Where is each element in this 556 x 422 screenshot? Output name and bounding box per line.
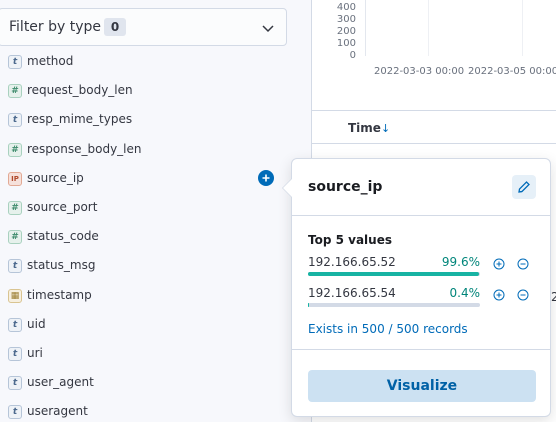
field-item-uid[interactable]: t uid — [0, 311, 300, 340]
filter-for-value-icon[interactable] — [493, 289, 505, 301]
string-type-icon: t — [8, 405, 22, 420]
field-item-request-body-len[interactable]: # request_body_len — [0, 77, 300, 106]
field-item-status-msg[interactable]: t status_msg — [0, 252, 300, 281]
filter-by-type-label: Filter by type — [9, 19, 102, 35]
field-item-useragent[interactable]: t useragent — [0, 398, 300, 422]
number-type-icon: # — [8, 84, 22, 99]
field-item-resp-mime-types[interactable]: t resp_mime_types — [0, 106, 300, 135]
y-tick-label: 400 — [336, 2, 356, 13]
table-cell: 2 — [551, 290, 556, 304]
divider — [292, 349, 550, 350]
field-list: t method # request_body_len t resp_mime_types… — [0, 48, 300, 422]
top-value-row: 192.166.65.54 0.4% — [308, 286, 544, 308]
top-value-label: 192.166.65.54 — [308, 286, 396, 300]
field-item-user-agent[interactable]: t user_agent — [0, 369, 300, 398]
filter-count-badge: 0 — [104, 18, 126, 36]
divider — [292, 215, 550, 216]
y-tick-label: 0 — [349, 50, 356, 61]
field-name: method — [27, 54, 74, 68]
top-value-bar-fill — [308, 303, 309, 307]
number-type-icon: # — [8, 230, 22, 245]
y-tick-label: 100 — [336, 38, 356, 49]
date-type-icon: ▦ — [8, 288, 22, 303]
filter-out-value-icon[interactable] — [517, 289, 529, 301]
field-item-source-port[interactable]: # source_port — [0, 194, 300, 223]
edit-field-button[interactable] — [512, 175, 536, 199]
chevron-down-icon — [262, 25, 274, 33]
string-type-icon: t — [8, 376, 22, 391]
string-type-icon: t — [8, 113, 22, 128]
field-name: source_ip — [27, 170, 84, 185]
x-tick-label: 2022-03-05 00:00 — [468, 66, 556, 77]
grid-line — [428, 0, 429, 56]
top-values-title: Top 5 values — [308, 233, 392, 247]
pencil-icon — [518, 181, 530, 193]
string-type-icon: t — [8, 346, 22, 361]
field-details-popover: source_ip Top 5 values 192.166.65.52 99.… — [282, 158, 551, 417]
string-type-icon: t — [8, 259, 22, 274]
grid-line — [522, 0, 523, 56]
field-item-uri[interactable]: t uri — [0, 340, 300, 369]
top-value-percent: 0.4% — [449, 286, 481, 300]
plus-icon — [262, 174, 270, 182]
field-item-status-code[interactable]: # status_code — [0, 223, 300, 252]
top-value-percent: 99.6% — [441, 255, 480, 269]
field-item-response-body-len[interactable]: # response_body_len — [0, 136, 300, 165]
string-type-icon: t — [8, 55, 22, 69]
top-value-bar — [308, 303, 480, 307]
add-field-button[interactable] — [258, 169, 274, 186]
y-tick-label: 300 — [336, 14, 356, 25]
x-tick-label: 2022-03-03 00:00 — [374, 66, 465, 77]
time-column-header[interactable]: Time — [348, 121, 381, 135]
filter-out-value-icon[interactable] — [517, 258, 529, 270]
filter-for-value-icon[interactable] — [493, 258, 505, 270]
top-value-bar — [308, 272, 480, 276]
field-name: status_code — [27, 229, 99, 244]
histogram-chart — [365, 0, 556, 56]
arrow-down-icon[interactable]: ↓ — [381, 122, 390, 135]
field-name: useragent — [27, 404, 88, 419]
field-name: request_body_len — [27, 83, 133, 98]
visualize-button[interactable]: Visualize — [308, 370, 536, 402]
field-name: user_agent — [27, 375, 94, 390]
divider — [312, 143, 556, 144]
field-item-source-ip[interactable]: IP source_ip — [0, 165, 300, 194]
top-value-bar-fill — [308, 272, 480, 276]
y-tick-label: 200 — [336, 26, 356, 37]
filter-by-type-button[interactable]: Filter by type 0 — [0, 8, 287, 46]
top-value-row: 192.166.65.52 99.6% — [308, 255, 544, 277]
field-name: timestamp — [27, 287, 92, 302]
field-name: uri — [27, 345, 43, 360]
field-name: uid — [27, 316, 46, 331]
divider — [312, 110, 556, 111]
field-item-timestamp[interactable]: ▦ timestamp — [0, 282, 300, 311]
popover-title: source_ip — [308, 179, 383, 195]
field-name: response_body_len — [27, 141, 142, 156]
string-type-icon: t — [8, 317, 22, 332]
field-sidebar: Filter by type 0 t method # request_body_le… — [0, 0, 312, 422]
field-name: source_port — [27, 199, 98, 214]
top-value-label: 192.166.65.52 — [308, 255, 396, 269]
field-item-method[interactable]: t method — [0, 48, 300, 77]
exists-in-records-link[interactable]: Exists in 500 / 500 records — [308, 322, 468, 336]
number-type-icon: # — [8, 142, 22, 157]
popover-arrow — [283, 179, 292, 197]
field-name: status_msg — [27, 258, 96, 273]
field-name: resp_mime_types — [27, 112, 133, 127]
number-type-icon: # — [8, 200, 22, 215]
ip-type-icon: IP — [8, 171, 22, 186]
